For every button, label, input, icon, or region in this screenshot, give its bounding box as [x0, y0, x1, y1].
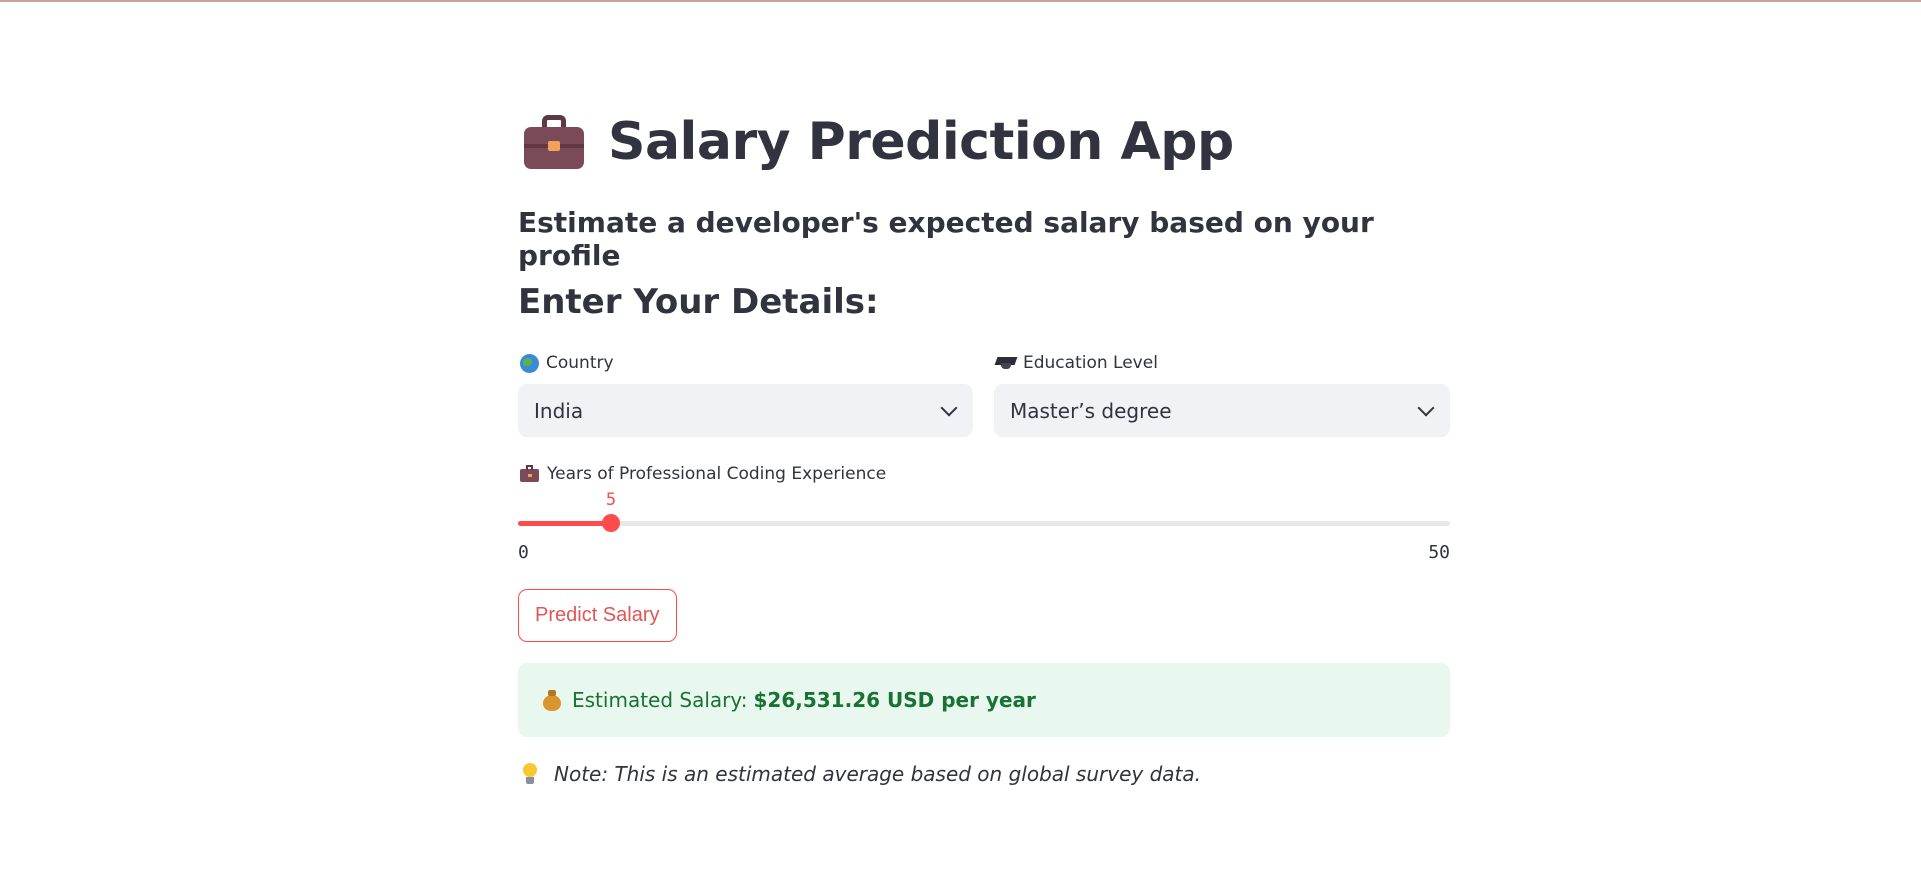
note: Note: This is an estimated average based…	[518, 762, 1201, 786]
briefcase-icon	[524, 113, 584, 171]
education-label: Education Level	[996, 353, 1158, 373]
slider-min-label: 0	[518, 542, 529, 563]
money-bag-icon	[542, 689, 562, 711]
experience-label: Years of Professional Coding Experience	[520, 464, 886, 484]
result-alert: Estimated Salary: $26,531.26 USD per yea…	[518, 663, 1450, 737]
title-row: Salary Prediction App	[524, 106, 1234, 178]
chevron-down-icon[interactable]	[1417, 399, 1435, 416]
experience-slider-fill	[518, 521, 611, 526]
top-decoration-line	[0, 0, 1921, 2]
page-subtitle: Estimate a developer's expected salary b…	[518, 206, 1374, 272]
chevron-down-icon[interactable]	[940, 399, 958, 416]
education-select[interactable]: Master’s degree	[994, 384, 1450, 437]
result-value: $26,531.26 USD per year	[753, 688, 1036, 712]
graduation-cap-icon	[996, 354, 1016, 372]
note-text: Note: This is an estimated average based…	[554, 762, 1201, 786]
section-heading: Enter Your Details:	[518, 282, 879, 322]
country-select[interactable]: India	[518, 384, 973, 437]
country-label-text: Country	[546, 353, 614, 373]
result-prefix: Estimated Salary:	[572, 688, 748, 712]
education-label-text: Education Level	[1023, 353, 1158, 373]
experience-slider-track[interactable]	[518, 521, 1450, 526]
globe-icon	[520, 353, 539, 373]
predict-salary-button[interactable]: Predict Salary	[518, 589, 677, 642]
country-label: Country	[520, 353, 614, 373]
slider-max-label: 50	[1428, 542, 1450, 563]
experience-label-text: Years of Professional Coding Experience	[547, 464, 887, 484]
education-selected-value: Master’s degree	[1010, 398, 1172, 423]
light-bulb-icon	[522, 763, 538, 785]
page-title: Salary Prediction App	[608, 112, 1234, 172]
experience-slider-handle[interactable]	[602, 514, 620, 532]
country-selected-value: India	[534, 398, 584, 423]
briefcase-icon	[520, 465, 540, 483]
slider-current-value: 5	[605, 490, 617, 510]
